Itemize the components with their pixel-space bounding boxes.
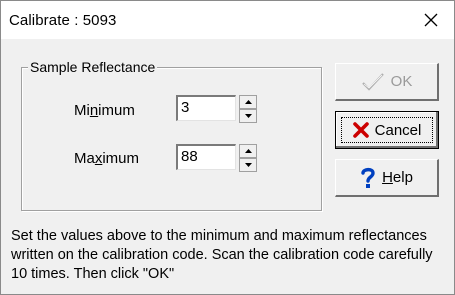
sample-reflectance-group: [21, 67, 322, 211]
maximum-label: Maximum: [74, 150, 140, 167]
ok-button[interactable]: OK: [335, 63, 439, 101]
help-button[interactable]: Help: [335, 159, 439, 197]
close-icon: [424, 13, 438, 27]
title-bar: Calibrate : 5093: [1, 1, 454, 39]
maximum-spinner[interactable]: [239, 144, 257, 172]
cancel-label: Cancel: [374, 121, 422, 139]
arrow-down-icon: [245, 114, 252, 118]
instructions-text: Set the values above to the minimum and …: [11, 228, 433, 282]
maximum-spin-down-button[interactable]: [239, 158, 257, 172]
arrow-up-icon: [245, 149, 252, 153]
minimum-spin-up-button[interactable]: [239, 95, 257, 109]
minimum-input[interactable]: 3: [176, 95, 236, 121]
help-label: Help: [382, 169, 413, 186]
minimum-spinner[interactable]: [239, 95, 257, 123]
minimum-spin-down-button[interactable]: [239, 109, 257, 123]
close-button[interactable]: [408, 1, 454, 39]
arrow-up-icon: [245, 100, 252, 104]
maximum-input[interactable]: 88: [176, 144, 236, 170]
minimum-label: Minimum: [74, 102, 135, 119]
cancel-button[interactable]: Cancel: [335, 111, 439, 149]
calibrate-dialog: Calibrate : 5093 Sample Reflectance Mini…: [0, 0, 455, 295]
maximum-spin-up-button[interactable]: [239, 144, 257, 158]
question-mark-icon: [361, 167, 375, 188]
group-legend: Sample Reflectance: [28, 59, 158, 75]
arrow-down-icon: [245, 163, 252, 167]
checkmark-icon: [361, 72, 384, 91]
window-title: Calibrate : 5093: [9, 12, 117, 29]
red-x-icon: [352, 122, 369, 138]
ok-label: OK: [390, 73, 413, 90]
